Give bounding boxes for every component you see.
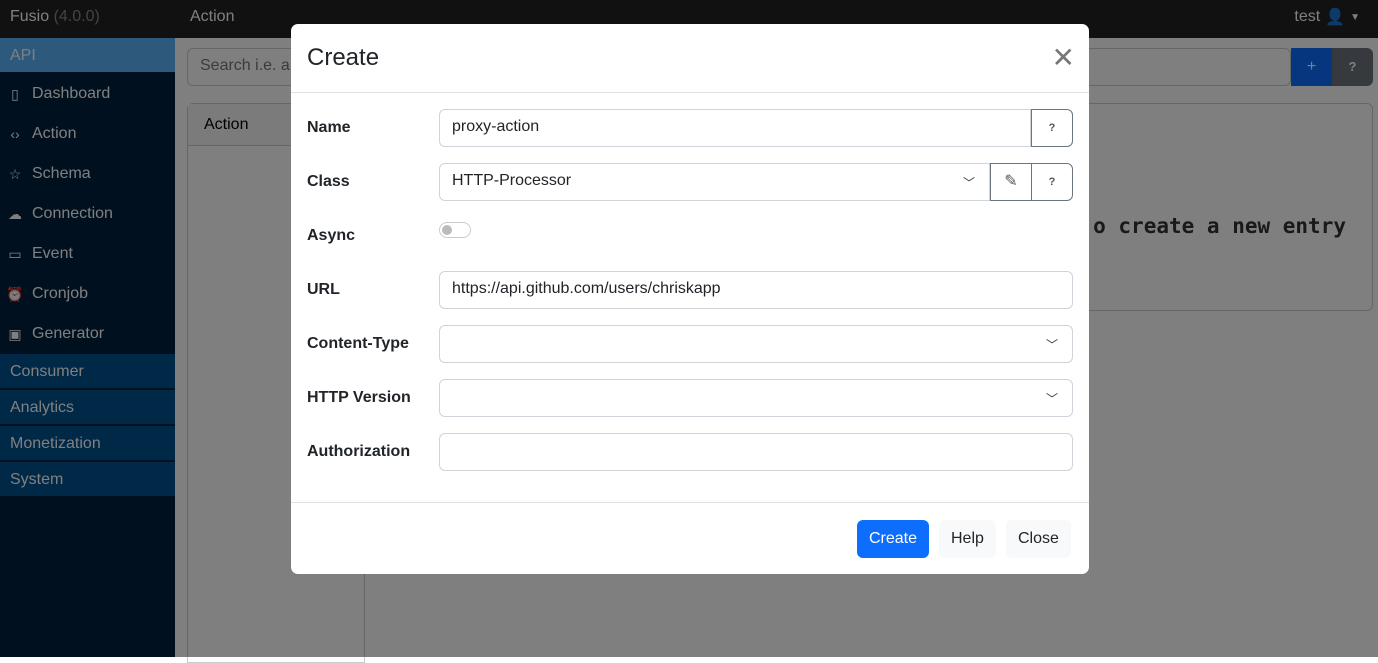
chevron-down-icon: ﹀	[962, 176, 975, 190]
content-type-label: Content-Type	[307, 335, 409, 352]
http-version-row: HTTP Version ﹀	[307, 379, 1073, 417]
help-button[interactable]: Help	[939, 520, 996, 558]
dialog-footer: Create Help Close	[291, 502, 1089, 574]
name-input[interactable]: proxy-action	[439, 109, 1031, 147]
async-label: Async	[307, 227, 356, 244]
create-button[interactable]: Create	[857, 520, 930, 558]
async-row: Async	[307, 217, 1073, 255]
content-type-row: Content-Type ﹀	[307, 325, 1073, 363]
authorization-label: Authorization	[307, 443, 411, 460]
url-label: URL	[307, 281, 340, 298]
class-select[interactable]: HTTP-Processor ﹀	[439, 163, 990, 201]
class-help-button[interactable]: ?	[1031, 163, 1073, 201]
pencil-icon[interactable]: ✎	[990, 163, 1032, 201]
close-icon[interactable]: ✕	[1052, 44, 1075, 72]
class-row: Class HTTP-Processor ﹀ ✎ ?	[307, 163, 1073, 201]
close-button[interactable]: Close	[1006, 520, 1071, 558]
http-version-label: HTTP Version	[307, 389, 411, 406]
name-label: Name	[307, 119, 351, 136]
class-value: HTTP-Processor	[452, 172, 572, 189]
chevron-down-icon: ﹀	[1045, 392, 1058, 406]
name-row: Name proxy-action ?	[307, 109, 1073, 147]
http-version-select[interactable]: ﹀	[439, 379, 1073, 417]
content-type-select[interactable]: ﹀	[439, 325, 1073, 363]
authorization-input[interactable]	[439, 433, 1073, 471]
async-toggle[interactable]	[439, 222, 471, 238]
authorization-row: Authorization	[307, 433, 1073, 471]
create-dialog: Create ✕ Name proxy-action ? Class HTTP-…	[291, 24, 1089, 574]
name-help-button[interactable]: ?	[1031, 109, 1073, 147]
chevron-down-icon: ﹀	[1045, 338, 1058, 352]
url-row: URL https://api.github.com/users/chriska…	[307, 271, 1073, 309]
url-input[interactable]: https://api.github.com/users/chriskapp	[439, 271, 1073, 309]
class-label: Class	[307, 173, 350, 190]
dialog-title: Create	[307, 44, 380, 71]
